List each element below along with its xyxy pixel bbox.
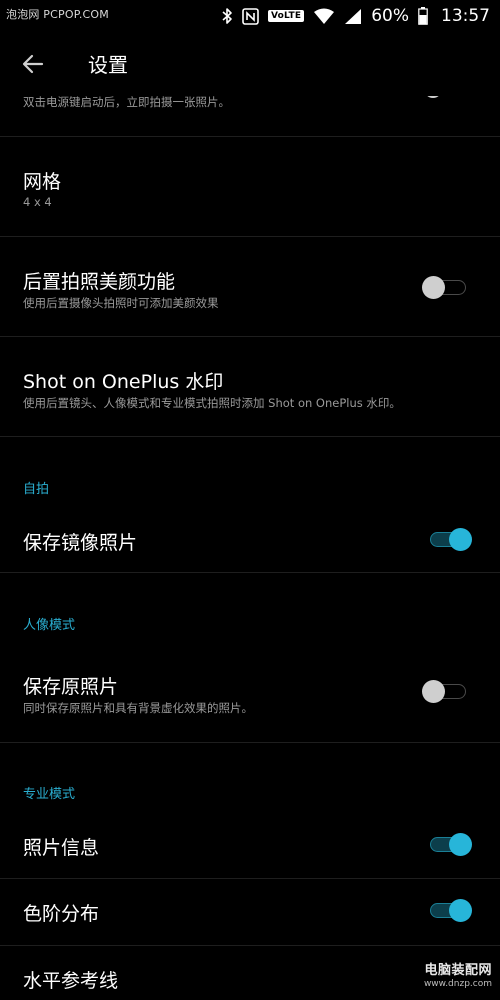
- signal-icon: [344, 8, 362, 25]
- double-tap-power-subtitle: 双击电源键启动后，立即拍摄一张照片。: [23, 95, 230, 109]
- toggle-knob: [422, 680, 445, 703]
- save-original-title: 保存原照片: [23, 676, 119, 698]
- divider: [0, 742, 500, 743]
- toggle-knob: [449, 528, 472, 551]
- histogram-row[interactable]: 色阶分布: [0, 879, 500, 945]
- shot-on-watermark-subtitle: 使用后置镜头、人像模式和专业模式拍照时添加 Shot on OnePlus 水印…: [23, 396, 401, 410]
- battery-percent: 60%: [371, 6, 409, 26]
- rear-beauty-toggle[interactable]: [420, 274, 476, 302]
- shot-on-watermark-row[interactable]: Shot on OnePlus 水印 使用后置镜头、人像模式和专业模式拍照时添加…: [0, 337, 500, 436]
- rear-beauty-subtitle: 使用后置摄像头拍照时可添加美颜效果: [23, 296, 219, 310]
- grid-value: 4 x 4: [23, 195, 52, 209]
- photo-info-row[interactable]: 照片信息: [0, 813, 500, 878]
- histogram-title: 色阶分布: [23, 903, 100, 925]
- rear-beauty-title: 后置拍照美颜功能: [23, 271, 176, 293]
- save-mirror-title: 保存镜像照片: [23, 532, 138, 554]
- wifi-icon: [313, 8, 335, 25]
- divider: [0, 436, 500, 437]
- site-watermark: 泡泡网 PCPOP.COM: [6, 8, 109, 21]
- watermark-logo-text: 电脑装配网: [424, 963, 492, 978]
- rear-beauty-row[interactable]: 后置拍照美颜功能 使用后置摄像头拍照时可添加美颜效果: [0, 237, 500, 336]
- section-header-pro: 专业模式: [23, 787, 76, 802]
- status-icons: VoLTE 60% 13:57: [221, 4, 490, 28]
- save-original-subtitle: 同时保存原照片和具有背景虚化效果的照片。: [23, 701, 253, 715]
- page-title: 设置: [88, 53, 128, 77]
- histogram-toggle[interactable]: [420, 897, 476, 925]
- save-mirror-row[interactable]: 保存镜像照片: [0, 508, 500, 572]
- photo-info-toggle[interactable]: [420, 831, 476, 859]
- save-original-row[interactable]: 保存原照片 同时保存原照片和具有背景虚化效果的照片。: [0, 642, 500, 742]
- shot-on-watermark-title: Shot on OnePlus 水印: [23, 371, 224, 393]
- nfc-icon: [242, 7, 259, 25]
- save-mirror-toggle[interactable]: [420, 526, 476, 554]
- status-bar: 泡泡网 PCPOP.COM VoLTE 60% 13:57: [0, 0, 500, 32]
- horizon-line-title: 水平参考线: [23, 970, 119, 992]
- save-original-toggle[interactable]: [420, 678, 476, 706]
- site-watermark-bottom: 电脑装配网 www.dnzp.com: [424, 964, 492, 989]
- toggle-knob: [449, 899, 472, 922]
- grid-title: 网格: [23, 171, 62, 193]
- toggle-knob: [422, 276, 445, 299]
- app-bar: 设置: [0, 32, 500, 96]
- toggle-knob: [449, 833, 472, 856]
- divider: [0, 572, 500, 573]
- photo-info-title: 照片信息: [23, 837, 100, 859]
- battery-icon: [418, 7, 428, 25]
- bluetooth-icon: [221, 7, 233, 25]
- back-button[interactable]: [18, 48, 50, 80]
- arrow-back-icon: [22, 54, 44, 74]
- watermark-url: www.dnzp.com: [423, 979, 492, 989]
- section-header-selfie: 自拍: [23, 482, 50, 497]
- section-header-portrait: 人像模式: [23, 618, 76, 633]
- grid-row[interactable]: 网格 4 x 4: [0, 137, 500, 236]
- clock: 13:57: [441, 6, 490, 26]
- volte-badge: VoLTE: [268, 10, 305, 22]
